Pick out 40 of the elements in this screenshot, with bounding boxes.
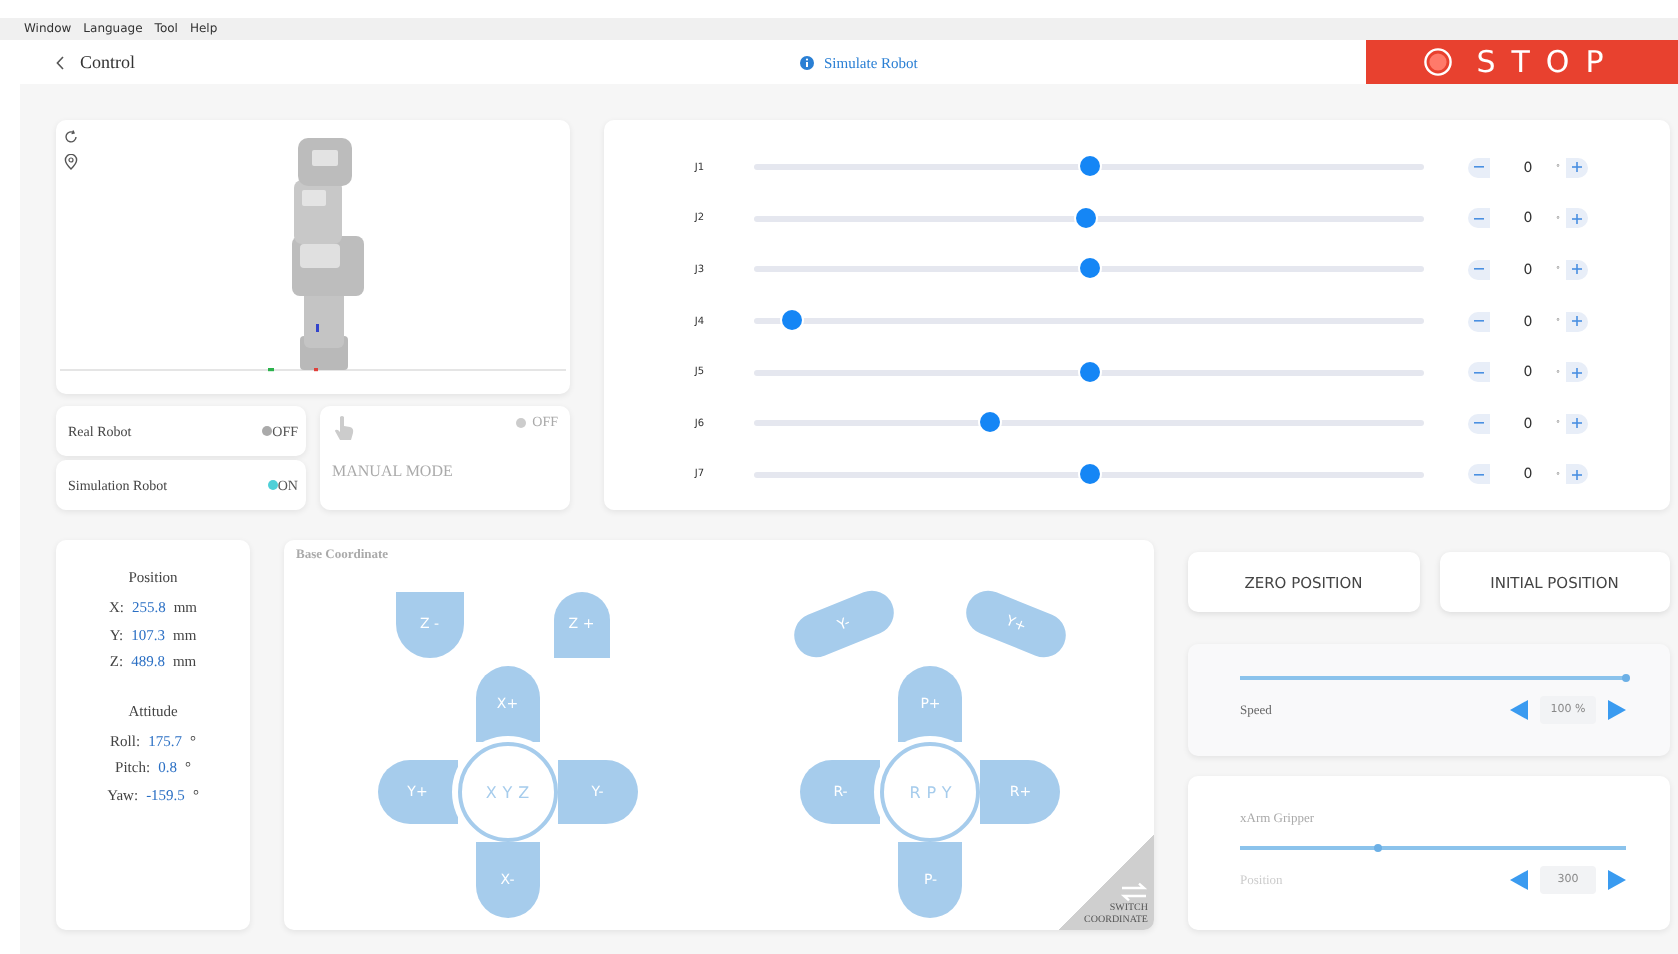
- stop-button[interactable]: STOP: [1366, 40, 1678, 84]
- swap-icon: [1120, 882, 1148, 902]
- info-icon: [800, 55, 814, 69]
- hand-icon: [332, 414, 356, 442]
- slider-thumb[interactable]: [1079, 156, 1099, 177]
- minus-icon[interactable]: [1474, 320, 1484, 323]
- plus-icon[interactable]: [1572, 264, 1582, 275]
- back-button[interactable]: Control: [56, 52, 136, 72]
- plus-icon[interactable]: [1572, 418, 1582, 429]
- plus-icon[interactable]: [1572, 162, 1582, 173]
- mode-label: MANUAL MODE: [332, 462, 455, 480]
- chevron-left-icon: [56, 55, 64, 69]
- plus-icon[interactable]: [1572, 469, 1582, 480]
- slider-thumb[interactable]: [1079, 361, 1099, 382]
- minus-icon[interactable]: [1474, 473, 1484, 476]
- pad-center: XYZ: [457, 742, 558, 842]
- minus-icon[interactable]: [1474, 268, 1484, 271]
- slider-thumb[interactable]: [979, 412, 1000, 433]
- minus-icon[interactable]: [1474, 371, 1484, 374]
- plus-icon[interactable]: [1572, 213, 1582, 224]
- slider-thumb[interactable]: [1075, 207, 1096, 228]
- slider-thumb[interactable]: [1374, 843, 1383, 851]
- minus-icon[interactable]: [1474, 422, 1484, 425]
- plus-icon[interactable]: [1572, 367, 1582, 378]
- slider-thumb[interactable]: [1079, 463, 1099, 484]
- slider-thumb[interactable]: [782, 310, 803, 331]
- slider-thumb[interactable]: [1622, 673, 1630, 681]
- pad-center: RPY: [880, 742, 981, 842]
- plus-icon[interactable]: [1572, 316, 1582, 327]
- decrease-icon[interactable]: [1510, 870, 1528, 890]
- minus-icon[interactable]: [1474, 166, 1484, 169]
- stop-icon: [1424, 48, 1453, 76]
- slider-thumb[interactable]: [1079, 258, 1099, 279]
- refresh-icon[interactable]: [64, 130, 78, 144]
- location-pin-icon[interactable]: [64, 154, 78, 170]
- axis-marker-icon: [268, 368, 274, 372]
- decrease-icon[interactable]: [1510, 700, 1528, 720]
- increase-icon[interactable]: [1608, 870, 1626, 890]
- minus-icon[interactable]: [1474, 217, 1484, 220]
- increase-icon[interactable]: [1608, 700, 1626, 720]
